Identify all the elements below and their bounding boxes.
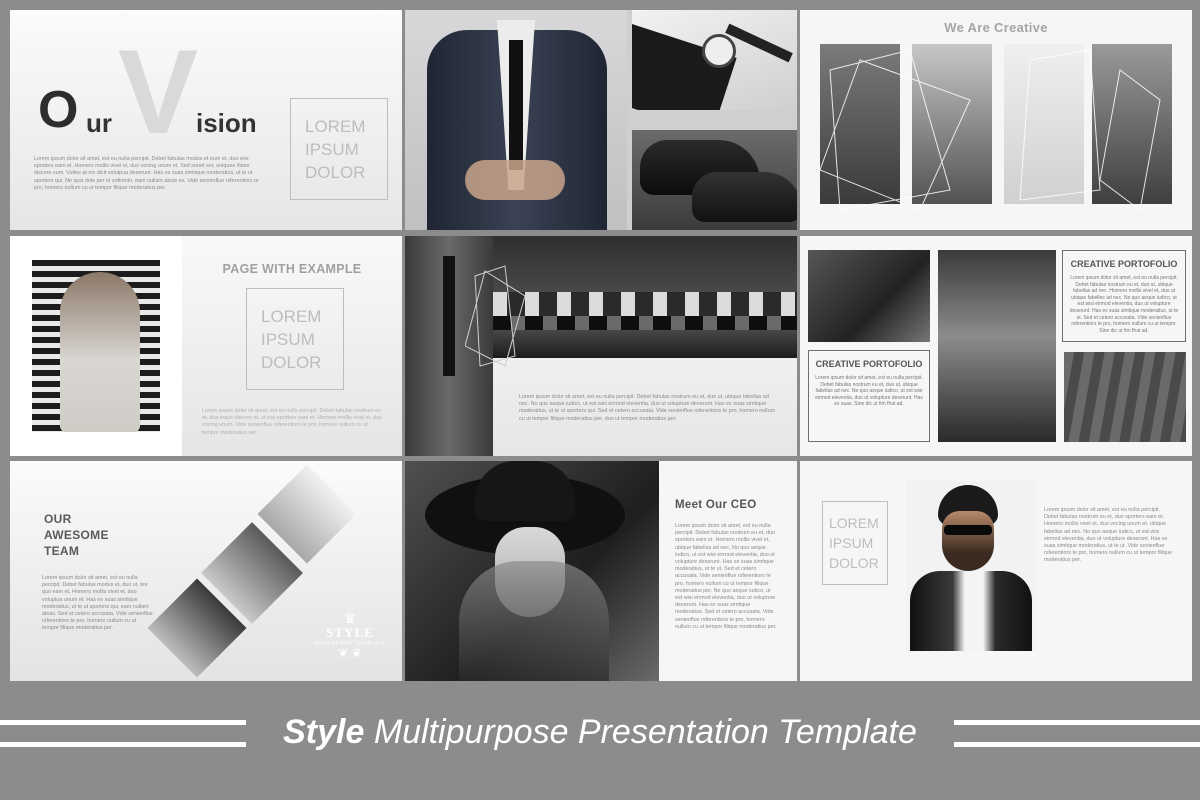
vision-title: O ur V ision bbox=[38, 32, 288, 152]
portfolio-box-top: CREATIVE PORTOFOLIO Lorem ipsum dolor si… bbox=[1062, 250, 1186, 342]
footer-title-rest: Multipurpose Presentation Template bbox=[373, 713, 917, 751]
slide-our-vision[interactable]: O ur V ision LOREM IPSUM DOLOR Lorem ips… bbox=[10, 10, 402, 230]
footer-line-left-bottom bbox=[0, 742, 246, 747]
walking-legs-photo bbox=[938, 250, 1056, 442]
crown-icon: ♛ bbox=[343, 610, 357, 626]
lorem-box: LOREM IPSUM DOLOR bbox=[822, 501, 888, 585]
page-example-body: Lorem ipsum dolor sit amet, est eu nulla… bbox=[202, 408, 383, 436]
lorem-line: IPSUM bbox=[829, 535, 874, 551]
ceo-body-text: Lorem ipsum dolor sit amet, est eu nulla… bbox=[675, 523, 777, 630]
team-title-line: OUR bbox=[44, 512, 72, 526]
hat-crown bbox=[475, 461, 575, 521]
hands bbox=[465, 160, 565, 200]
lorem-box: LOREM IPSUM DOLOR bbox=[246, 288, 344, 390]
portfolio-box-title: CREATIVE PORTOFOLIO bbox=[1070, 259, 1178, 269]
footer-line-right-bottom bbox=[954, 742, 1200, 747]
vision-letter-v: V bbox=[118, 25, 199, 159]
slide-we-are-creative[interactable]: We Are Creative bbox=[800, 10, 1192, 230]
slide-team-feet[interactable]: Lorem ipsum dolor sit amet, est eu nulla… bbox=[405, 236, 797, 456]
vision-body-text: Lorem ipsum dolor sit amet, est eu nulla… bbox=[34, 156, 259, 191]
tie bbox=[443, 256, 455, 376]
slide-meet-our-ceo[interactable]: Meet Our CEO Lorem ipsum dolor sit amet,… bbox=[405, 461, 797, 681]
face bbox=[942, 511, 994, 571]
team-title: OUR AWESOME TEAM bbox=[44, 511, 109, 559]
geometric-lines bbox=[465, 265, 526, 367]
vision-letter-o: O bbox=[38, 81, 79, 139]
lorem-line: DOLOR bbox=[305, 162, 366, 182]
style-logo: ♛ STYLE POWERPOINT TEMPLATE ❦ ❦ bbox=[302, 611, 398, 659]
slide-creative-portfolio[interactable]: CREATIVE PORTOFOLIO Lorem ipsum dolor si… bbox=[800, 236, 1192, 456]
geometric-lines bbox=[819, 49, 1161, 211]
shoes-photo bbox=[632, 130, 797, 230]
watch-strap bbox=[725, 23, 793, 63]
shoe bbox=[692, 172, 797, 222]
hair bbox=[459, 561, 609, 681]
lorem-line: LOREM bbox=[829, 515, 879, 531]
sneakers-photo bbox=[808, 250, 930, 342]
lorem-line: DOLOR bbox=[261, 352, 322, 372]
team-body-text: Lorem ipsum dolor sit amet, est eu nulla… bbox=[42, 575, 153, 632]
lorem-line: IPSUM bbox=[261, 329, 315, 349]
vision-letters-ur: ur bbox=[86, 108, 112, 138]
portrait-body-text: Lorem ipsum dolor sit amet, est eu nulla… bbox=[1044, 507, 1172, 564]
lorem-line: DOLOR bbox=[829, 555, 879, 571]
ceo-photo bbox=[405, 461, 659, 681]
vision-letters-ision: ision bbox=[196, 108, 257, 138]
style-logo-title: STYLE bbox=[326, 625, 374, 640]
footer-line-left-top bbox=[0, 720, 246, 725]
tie bbox=[509, 40, 523, 170]
woman-photo bbox=[10, 236, 182, 456]
footer-title-bold: Style bbox=[283, 713, 365, 751]
watch-photo bbox=[632, 10, 797, 110]
ornament-icon: ❦ ❦ bbox=[338, 646, 362, 660]
footer-bar: Style Multipurpose Presentation Template bbox=[0, 690, 1200, 800]
floor-sneakers-photo bbox=[1064, 352, 1186, 442]
page-with-example-title: PAGE WITH EXAMPLE bbox=[222, 262, 362, 276]
watch-face bbox=[702, 34, 736, 68]
sunglasses bbox=[944, 525, 992, 535]
lorem-line: IPSUM bbox=[305, 139, 359, 159]
lorem-line: LOREM bbox=[305, 116, 366, 136]
slide-awesome-team[interactable]: OUR AWESOME TEAM Lorem ipsum dolor sit a… bbox=[10, 461, 402, 681]
lorem-box: LOREM IPSUM DOLOR bbox=[290, 98, 388, 200]
team-title-line: AWESOME bbox=[44, 528, 109, 542]
slide-page-with-example[interactable]: PAGE WITH EXAMPLE LOREM IPSUM DOLOR Lore… bbox=[10, 236, 402, 456]
team-title-line: TEAM bbox=[44, 544, 80, 558]
slide-suit-collage[interactable] bbox=[405, 10, 797, 230]
suit-photo bbox=[405, 10, 627, 230]
footer-line-right-top bbox=[954, 720, 1200, 725]
woman-figure bbox=[60, 272, 140, 432]
portfolio-box-title: CREATIVE PORTOFOLIO bbox=[815, 359, 923, 369]
jacket bbox=[910, 571, 1032, 651]
slide-lorem-portrait[interactable]: LOREM IPSUM DOLOR Lorem ipsum dolor sit … bbox=[800, 461, 1192, 681]
portfolio-box-bottom: CREATIVE PORTOFOLIO Lorem ipsum dolor si… bbox=[808, 350, 930, 442]
portfolio-box-text: Lorem ipsum dolor sit amet, est eu nulla… bbox=[1069, 275, 1179, 334]
lorem-line: LOREM bbox=[261, 306, 322, 326]
bearded-man-photo bbox=[906, 481, 1036, 651]
portfolio-box-text: Lorem ipsum dolor sit amet, est eu nulla… bbox=[815, 375, 923, 408]
ceo-title: Meet Our CEO bbox=[675, 499, 757, 511]
feet-body-text: Lorem ipsum dolor sit amet, est eu nulla… bbox=[519, 394, 776, 422]
footer-title: Style Multipurpose Presentation Template bbox=[250, 712, 950, 752]
